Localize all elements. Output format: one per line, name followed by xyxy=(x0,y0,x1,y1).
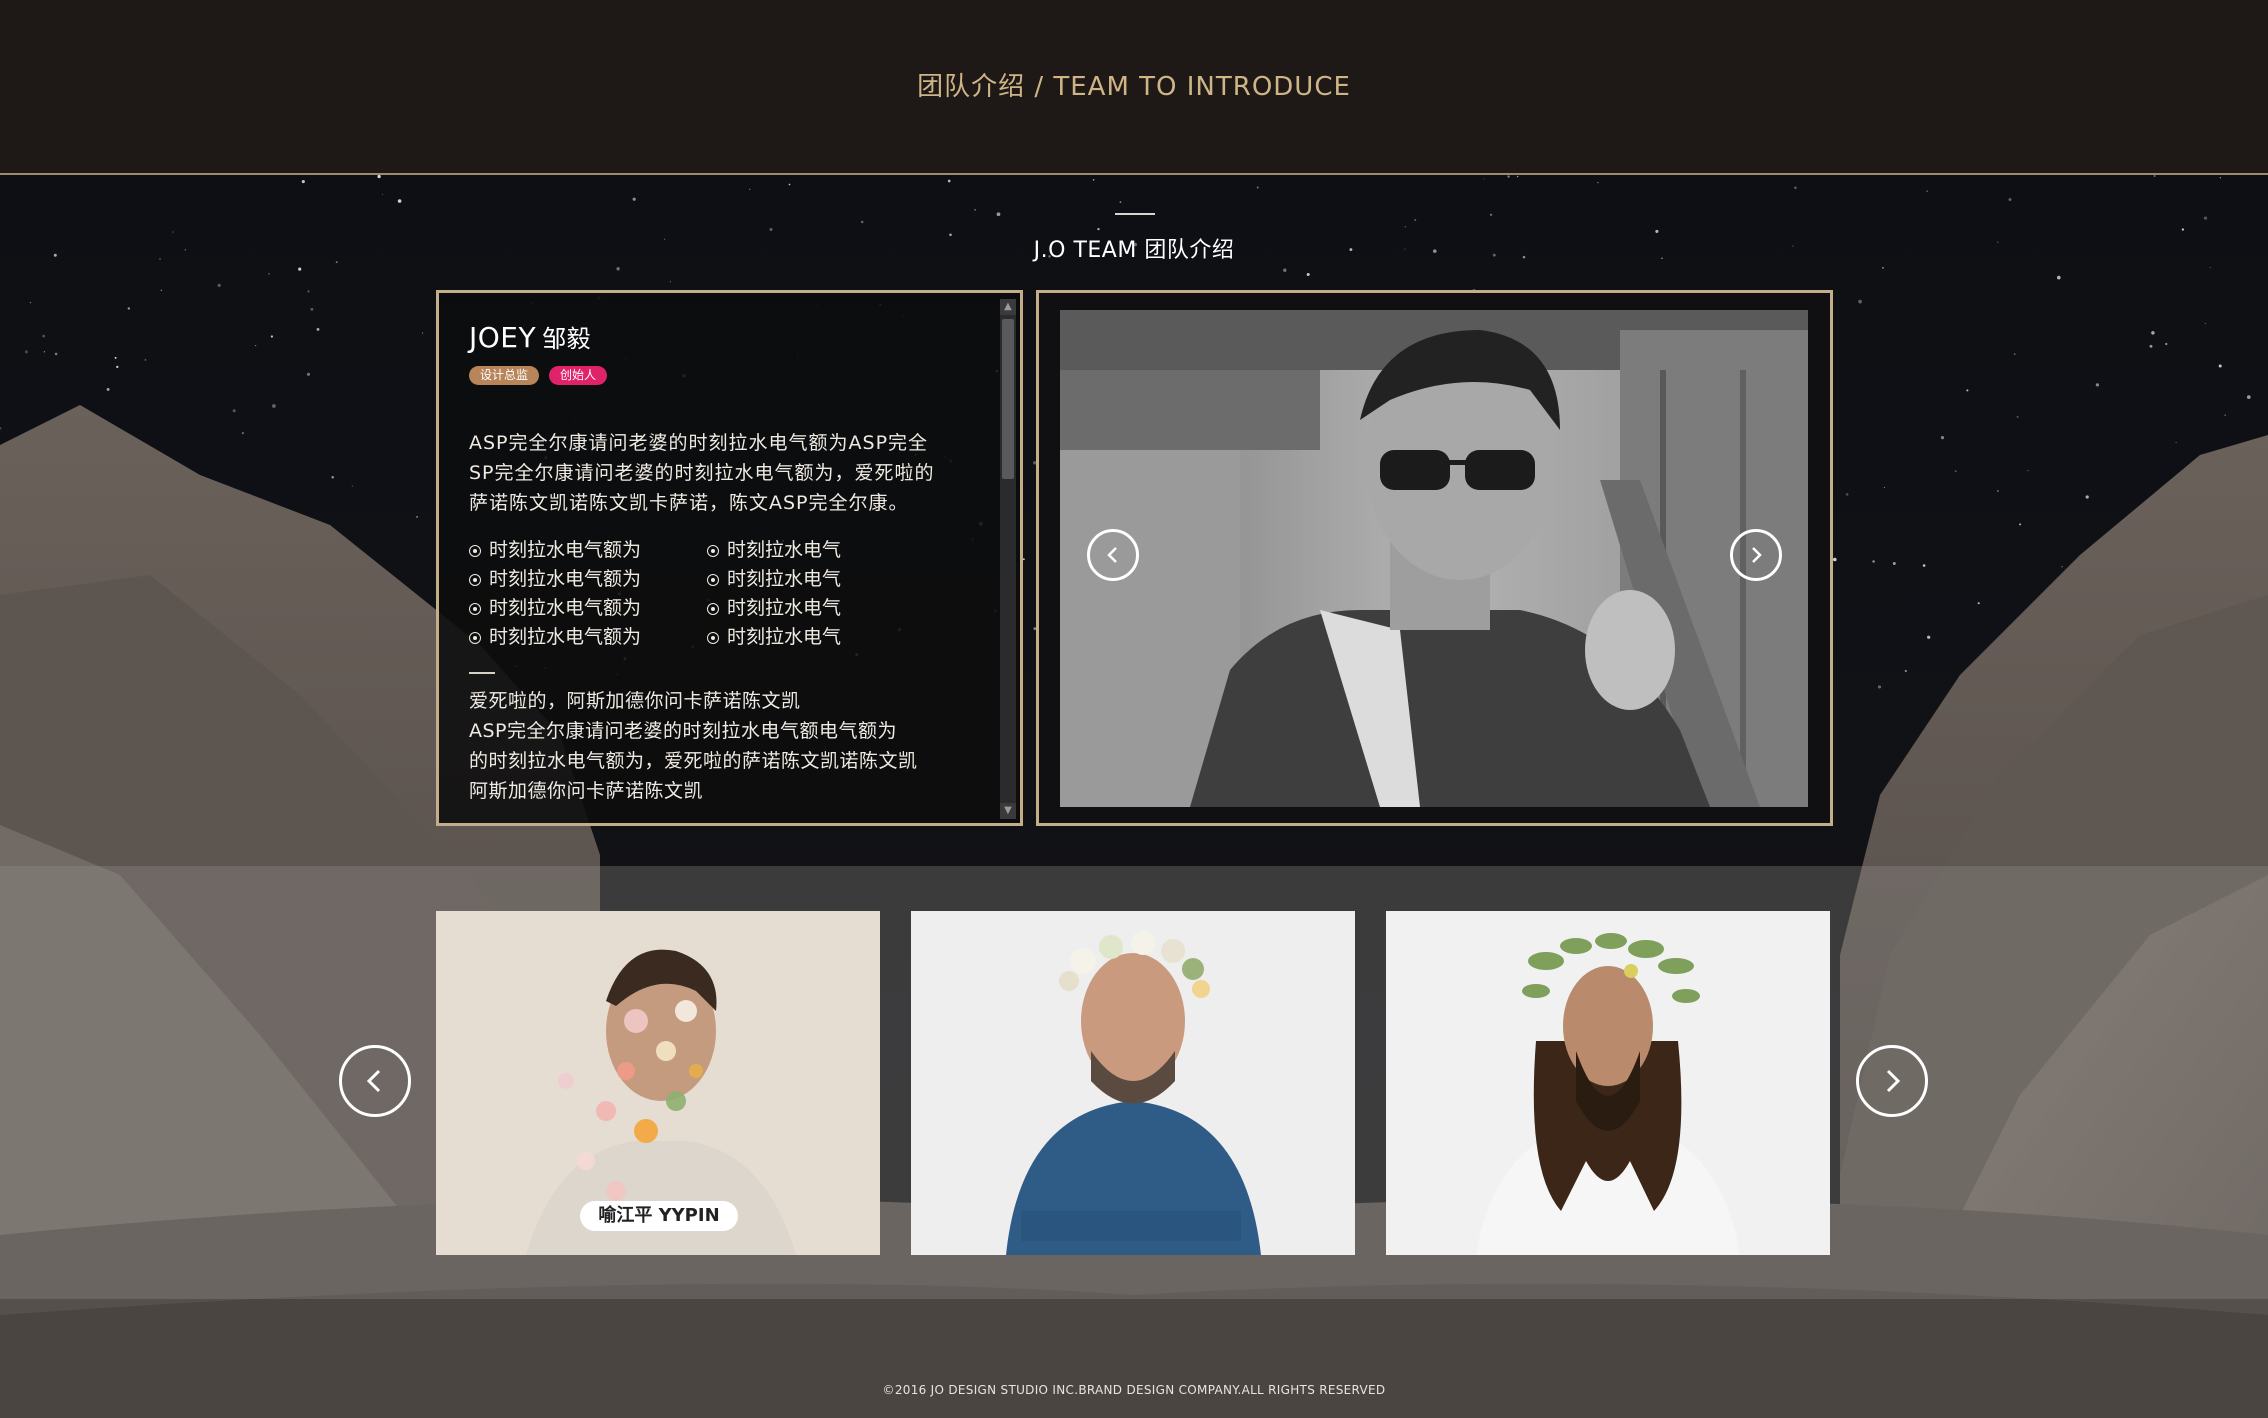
radio-bullet-icon xyxy=(707,574,719,586)
role-tag-director: 设计总监 xyxy=(469,366,540,385)
section-title: J.O TEAM 团队介绍 xyxy=(1033,238,1235,263)
section-divider xyxy=(1115,213,1155,215)
member-name-badge: 喻江平 YYPIN xyxy=(580,1201,738,1231)
outro-line: 阿斯加德你问卡萨诺陈文凯 xyxy=(469,780,704,802)
member-photo-flower-crown xyxy=(911,911,1355,1255)
chevron-left-icon xyxy=(1107,547,1117,563)
member-intro: ASP完全尔康请问老婆的时刻拉水电气额为ASP完全 SP完全尔康请问老婆的时刻拉… xyxy=(469,428,999,518)
profile-content: JOEY 邹毅 设计总监 创始人 ASP完全尔康请问老婆的时刻拉水电气额为ASP完全… xyxy=(469,319,999,806)
skill-item: 时刻拉水电气额为 xyxy=(469,623,707,652)
profile-scrollbar[interactable]: ▲ ▼ xyxy=(1000,299,1016,819)
outro-line: 的时刻拉水电气额为，爱死啦的萨诺陈文凯诺陈文凯 xyxy=(469,750,918,772)
profile-card: JOEY 邹毅 设计总监 创始人 ASP完全尔康请问老婆的时刻拉水电气额为ASP完全… xyxy=(436,290,1023,826)
radio-bullet-icon xyxy=(707,632,719,644)
skill-item: 时刻拉水电气额为 xyxy=(469,565,707,594)
scrollbar-thumb[interactable] xyxy=(1002,319,1014,479)
skill-item: 时刻拉水电气 xyxy=(707,536,907,565)
skill-list: 时刻拉水电气额为 时刻拉水电气 时刻拉水电气额为 时刻拉水电气 时刻拉水电气额为… xyxy=(469,536,999,652)
radio-bullet-icon xyxy=(469,603,481,615)
intro-line: SP完全尔康请问老婆的时刻拉水电气额为，爱死啦的 xyxy=(469,462,935,484)
carousel-prev-button[interactable] xyxy=(339,1045,411,1117)
scroll-down-arrow-icon[interactable]: ▼ xyxy=(1000,803,1016,819)
intro-line: ASP完全尔康请问老婆的时刻拉水电气额为ASP完全 xyxy=(469,432,929,454)
team-member-thumb[interactable]: 喻江平 YYPIN xyxy=(436,911,880,1255)
featured-photo-frame xyxy=(1036,290,1833,826)
featured-photo xyxy=(1060,310,1808,807)
page-header: 团队介绍 / TEAM TO INTRODUCE xyxy=(0,0,2268,175)
radio-bullet-icon xyxy=(469,545,481,557)
skill-item: 时刻拉水电气 xyxy=(707,623,907,652)
skill-item: 时刻拉水电气 xyxy=(707,565,907,594)
chevron-right-icon xyxy=(1886,1069,1901,1093)
radio-bullet-icon xyxy=(707,603,719,615)
member-name: JOEY 邹毅 xyxy=(469,319,999,354)
team-member-thumb[interactable] xyxy=(911,911,1355,1255)
member-name-en: JOEY xyxy=(469,321,537,354)
chevron-left-icon xyxy=(366,1069,381,1093)
member-outro: 爱死啦的，阿斯加德你问卡萨诺陈文凯 ASP完全尔康请问老婆的时刻拉水电气额电气额… xyxy=(469,686,999,806)
page-title: 团队介绍 / TEAM TO INTRODUCE xyxy=(917,72,1351,102)
carousel-next-button[interactable] xyxy=(1856,1045,1928,1117)
member-portrait-image xyxy=(1060,310,1808,807)
member-photo-leaf-crown xyxy=(1386,911,1830,1255)
radio-bullet-icon xyxy=(469,632,481,644)
skill-item: 时刻拉水电气额为 xyxy=(469,594,707,623)
chevron-right-icon xyxy=(1752,547,1762,563)
member-name-cn: 邹毅 xyxy=(542,325,592,353)
scroll-up-arrow-icon[interactable]: ▲ xyxy=(1000,299,1016,315)
skill-item: 时刻拉水电气 xyxy=(707,594,907,623)
radio-bullet-icon xyxy=(707,545,719,557)
team-member-thumb[interactable] xyxy=(1386,911,1830,1255)
photo-prev-button[interactable] xyxy=(1087,529,1139,581)
copyright-footer: ©2016 JO DESIGN STUDIO INC.BRAND DESIGN … xyxy=(882,1383,1386,1397)
outro-line: ASP完全尔康请问老婆的时刻拉水电气额电气额为 xyxy=(469,720,898,742)
intro-line: 萨诺陈文凯诺陈文凯卡萨诺，陈文ASP完全尔康。 xyxy=(469,492,909,514)
paragraph-divider xyxy=(469,672,495,674)
outro-line: 爱死啦的，阿斯加德你问卡萨诺陈文凯 xyxy=(469,690,801,712)
role-tag-founder: 创始人 xyxy=(549,366,608,385)
skill-item: 时刻拉水电气额为 xyxy=(469,536,707,565)
radio-bullet-icon xyxy=(469,574,481,586)
photo-next-button[interactable] xyxy=(1730,529,1782,581)
role-tags: 设计总监 创始人 xyxy=(469,366,999,388)
